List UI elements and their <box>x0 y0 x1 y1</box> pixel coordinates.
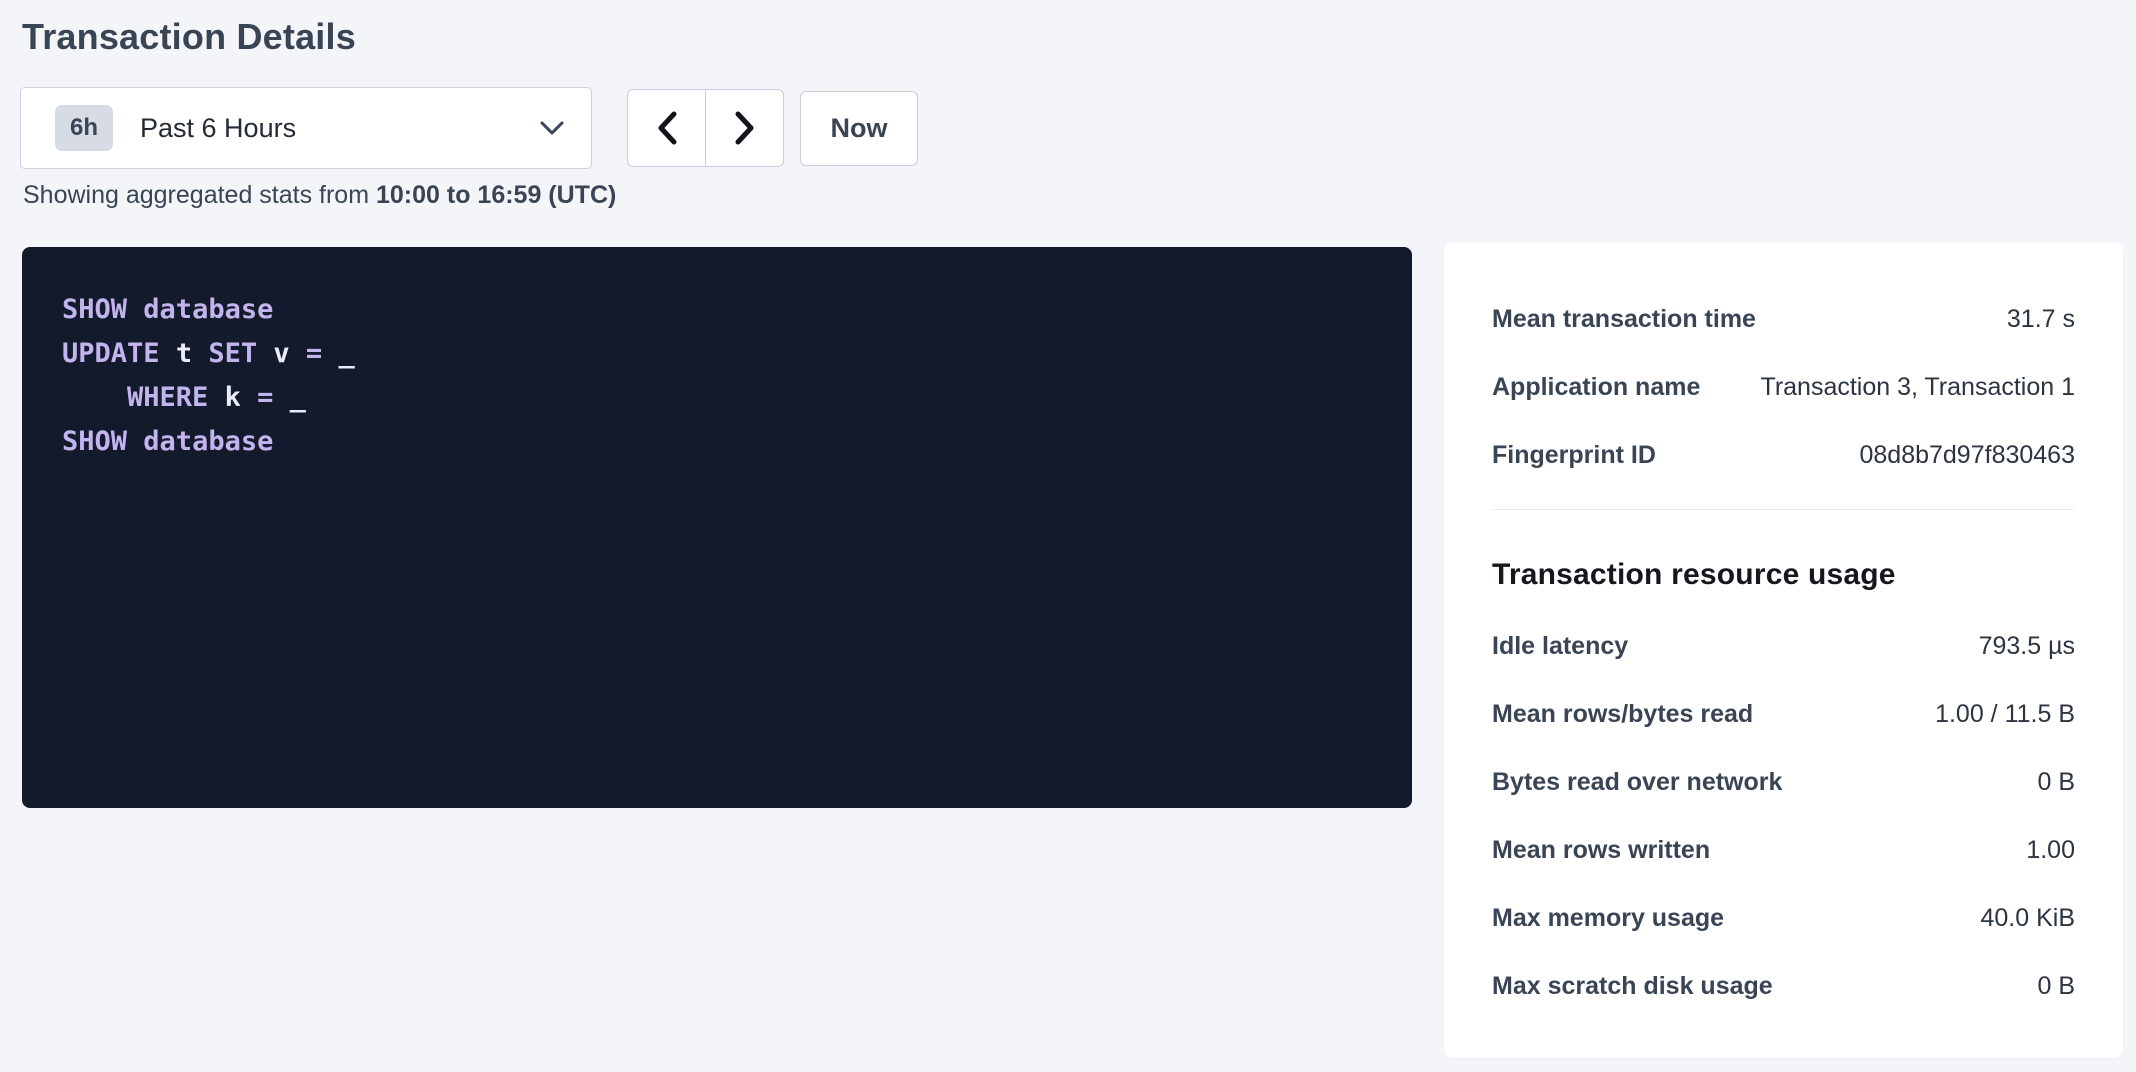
summary-stat-label: Mean transaction time <box>1492 305 1756 334</box>
sql-identifier: t <box>176 338 192 369</box>
resource-stat-label: Bytes read over network <box>1492 768 1782 797</box>
resource-stat-label: Idle latency <box>1492 632 1628 661</box>
summary-stat-value: 08d8b7d97f830463 <box>1859 441 2075 470</box>
now-button[interactable]: Now <box>800 91 918 166</box>
sql-identifier <box>127 426 143 457</box>
caption-prefix: Showing aggregated stats from <box>23 181 376 209</box>
summary-stat-row: Fingerprint ID 08d8b7d97f830463 <box>1492 441 2075 467</box>
summary-stat-label: Fingerprint ID <box>1492 441 1656 470</box>
sql-keyword: UPDATE <box>62 338 160 369</box>
aggregated-stats-caption: Showing aggregated stats from 10:00 to 1… <box>23 181 616 210</box>
sql-keyword: WHERE <box>127 382 208 413</box>
sql-identifier <box>208 382 224 413</box>
panel-divider <box>1492 509 2075 510</box>
time-range-selector[interactable]: 6h Past 6 Hours <box>20 87 592 169</box>
summary-stat-value: 31.7 s <box>2007 305 2075 334</box>
time-nav-group <box>627 89 784 167</box>
resource-usage-heading: Transaction resource usage <box>1492 558 2075 592</box>
resource-stat-row: Mean rows written 1.00 <box>1492 836 2075 862</box>
time-range-badge: 6h <box>55 105 113 151</box>
resource-stat-row: Bytes read over network 0 B <box>1492 768 2075 794</box>
sql-keyword: = <box>306 338 322 369</box>
resource-stat-value: 40.0 KiB <box>1980 904 2075 933</box>
resource-stat-label: Max memory usage <box>1492 904 1724 933</box>
chevron-right-icon <box>734 111 756 145</box>
summary-section: Mean transaction time 31.7 s Application n… <box>1492 305 2075 467</box>
next-interval-button[interactable] <box>705 89 784 167</box>
sql-identifier: _ <box>338 338 354 369</box>
resource-stat-row: Mean rows/bytes read 1.00 / 11.5 B <box>1492 700 2075 726</box>
resource-usage-section: Idle latency 793.5 µs Mean rows/bytes read… <box>1492 632 2075 998</box>
resource-stat-row: Max memory usage 40.0 KiB <box>1492 904 2075 930</box>
sql-keyword: = <box>257 382 273 413</box>
sql-identifier <box>160 338 176 369</box>
sql-keyword: database <box>143 426 273 457</box>
summary-stat-value: Transaction 3, Transaction 1 <box>1760 373 2075 402</box>
sql-identifier: _ <box>290 382 306 413</box>
chevron-left-icon <box>656 111 678 145</box>
transaction-details-page: Transaction Details 6h Past 6 Hours <box>0 0 2136 1072</box>
sql-identifier <box>322 338 338 369</box>
resource-stat-label: Mean rows/bytes read <box>1492 700 1753 729</box>
summary-stat-row: Application name Transaction 3, Transacti… <box>1492 373 2075 399</box>
resource-stat-label: Mean rows written <box>1492 836 1710 865</box>
chevron-down-icon <box>539 120 565 136</box>
sql-keyword: SHOW <box>62 294 127 325</box>
resource-stat-value: 1.00 / 11.5 B <box>1935 700 2075 729</box>
resource-stat-value: 0 B <box>2037 972 2075 1001</box>
time-range-label: Past 6 Hours <box>140 113 296 144</box>
sql-identifier <box>192 338 208 369</box>
previous-interval-button[interactable] <box>627 89 706 167</box>
sql-keyword: SET <box>208 338 257 369</box>
resource-stat-row: Idle latency 793.5 µs <box>1492 632 2075 658</box>
sql-code: SHOW database UPDATE t SET v = _ WHERE k… <box>62 288 1372 464</box>
resource-stat-row: Max scratch disk usage 0 B <box>1492 972 2075 998</box>
sql-identifier: k <box>225 382 241 413</box>
resource-stat-value: 1.00 <box>2026 836 2075 865</box>
transaction-details-panel: Mean transaction time 31.7 s Application n… <box>1444 243 2123 1058</box>
summary-stat-label: Application name <box>1492 373 1700 402</box>
sql-statement-box: SHOW database UPDATE t SET v = _ WHERE k… <box>22 247 1412 808</box>
resource-stat-value: 0 B <box>2037 768 2075 797</box>
sql-identifier <box>127 294 143 325</box>
sql-keyword: database <box>143 294 273 325</box>
sql-identifier <box>62 382 127 413</box>
caption-time-range: 10:00 to 16:59 (UTC) <box>376 181 616 209</box>
page-title: Transaction Details <box>22 16 356 58</box>
resource-stat-label: Max scratch disk usage <box>1492 972 1773 1001</box>
sql-identifier <box>273 382 289 413</box>
summary-stat-row: Mean transaction time 31.7 s <box>1492 305 2075 331</box>
resource-stat-value: 793.5 µs <box>1979 632 2075 661</box>
sql-identifier <box>290 338 306 369</box>
sql-identifier <box>241 382 257 413</box>
sql-identifier: v <box>273 338 289 369</box>
sql-keyword: SHOW <box>62 426 127 457</box>
sql-identifier <box>257 338 273 369</box>
